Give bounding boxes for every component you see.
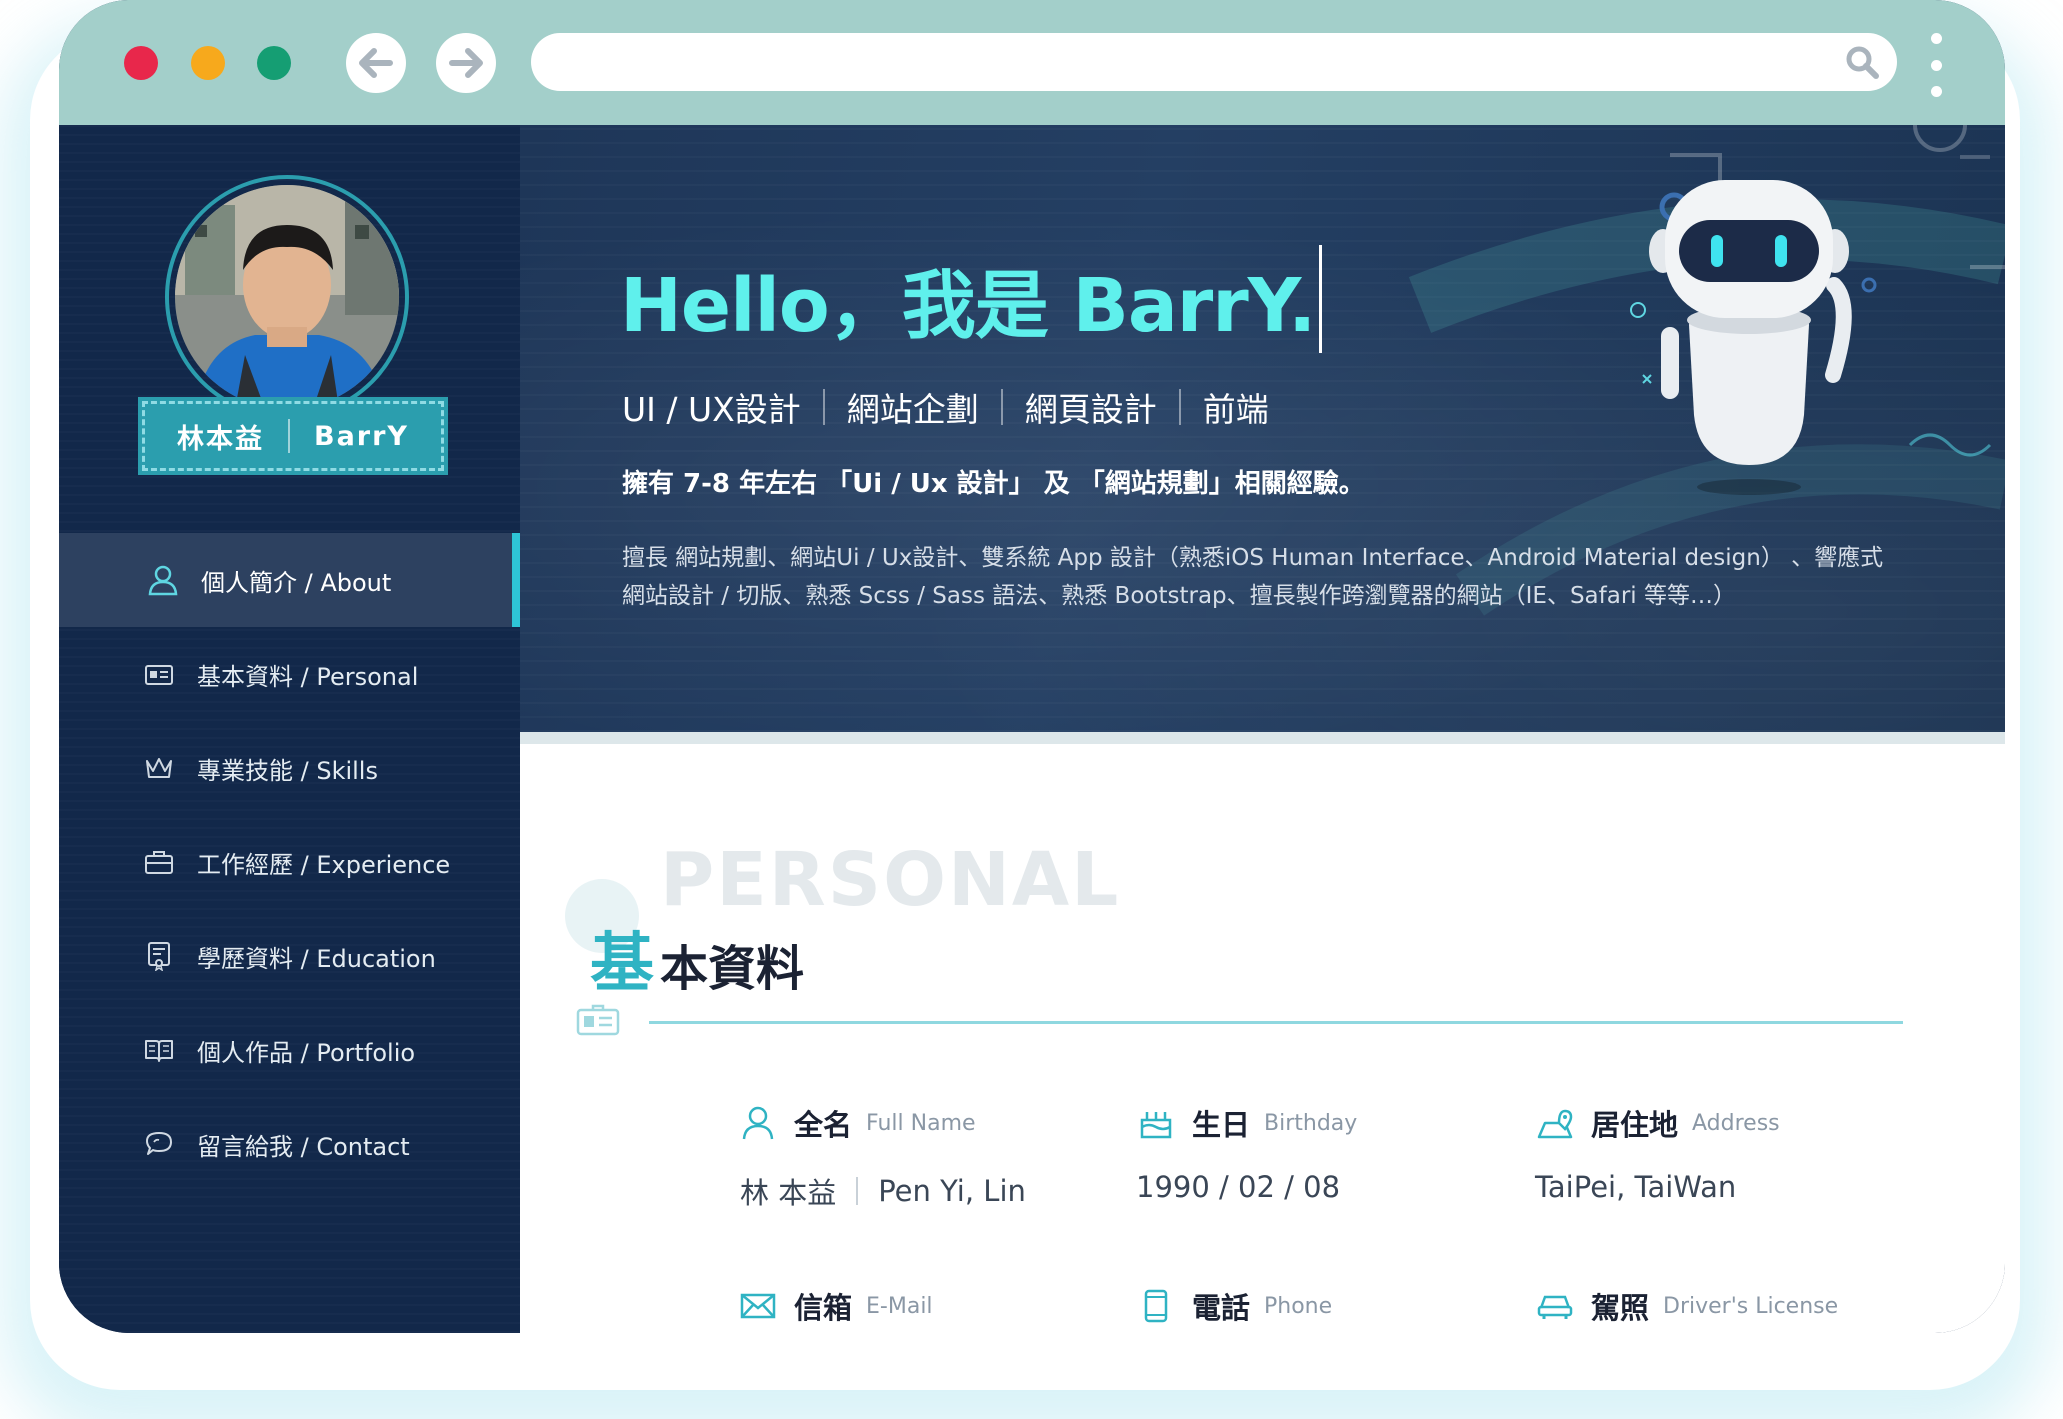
chat-icon xyxy=(143,1128,175,1160)
cake-icon xyxy=(1136,1103,1176,1143)
text-cursor xyxy=(1319,245,1323,353)
sidebar-item-skills[interactable]: 專業技能 / Skills xyxy=(59,721,520,815)
field-label: 電話 xyxy=(1192,1291,1251,1325)
birthday-value: 1990 / 02 / 08 xyxy=(1136,1170,1341,1204)
role-label: 網站企劃 xyxy=(846,390,979,429)
field-label: 生日 xyxy=(1192,1108,1251,1142)
maximize-window-button[interactable] xyxy=(257,46,291,80)
avatar xyxy=(165,175,409,419)
robot-illustration xyxy=(1649,180,1877,495)
role-label: 前端 xyxy=(1202,390,1269,429)
field-email: 信箱 E-Mail xyxy=(738,1285,933,1327)
search-icon[interactable] xyxy=(1845,45,1879,79)
fullname-en-value: Pen Yi, Lin xyxy=(878,1174,1026,1208)
browser-window: 林本益 BarrY 個人簡介 / About 基本資料 / Personal 專… xyxy=(59,0,2005,1333)
id-card-icon xyxy=(143,658,175,690)
minimize-window-button[interactable] xyxy=(191,46,225,80)
sidebar-item-contact[interactable]: 留言給我 / Contact xyxy=(59,1097,520,1191)
field-label: 駕照 xyxy=(1591,1291,1650,1325)
hero-banner: Hello，我是 BarrY. UI / UX設計 網站企劃 網頁設計 前端 擁… xyxy=(520,125,2005,732)
briefcase-icon xyxy=(143,846,175,878)
arrow-right-icon xyxy=(449,48,483,78)
car-icon xyxy=(1535,1286,1575,1326)
close-window-button[interactable] xyxy=(124,46,158,80)
profile-photo xyxy=(175,185,399,409)
field-label-en: E-Mail xyxy=(866,1293,933,1319)
section-title: 基 本資料 xyxy=(590,927,805,1001)
field-label-en: Birthday xyxy=(1264,1110,1358,1136)
personal-section: PERSONAL 基 本資料 全名 Full Name 林 本益 Pen Yi,… xyxy=(520,732,2005,1333)
forward-button[interactable] xyxy=(436,33,496,93)
sidebar-menu: 個人簡介 / About 基本資料 / Personal 專業技能 / Skil… xyxy=(59,533,520,1191)
crown-icon xyxy=(143,752,175,784)
certificate-icon xyxy=(143,940,175,972)
sidebar-item-education[interactable]: 學歷資料 / Education xyxy=(59,909,520,1003)
field-label: 全名 xyxy=(794,1108,853,1142)
field-label-en: Driver's License xyxy=(1663,1293,1839,1319)
section-watermark: PERSONAL xyxy=(660,837,1121,923)
sidebar: 林本益 BarrY 個人簡介 / About 基本資料 / Personal 專… xyxy=(59,125,520,1333)
sidebar-item-portfolio[interactable]: 個人作品 / Portfolio xyxy=(59,1003,520,1097)
hero-title: Hello，我是 BarrY. xyxy=(620,245,1323,353)
role-label: UI / UX設計 xyxy=(622,390,801,429)
field-license: 駕照 Driver's License xyxy=(1535,1285,1838,1327)
phone-icon xyxy=(1136,1286,1176,1326)
id-card-icon xyxy=(576,1004,620,1036)
field-birthday: 生日 Birthday 1990 / 02 / 08 xyxy=(1136,1102,1357,1204)
hero-experience: 擁有 7-8 年左右 「Ui / Ux 設計」 及 「網站規劃」相關經驗。 xyxy=(622,469,1365,499)
address-value: TaiPei, TaiWan xyxy=(1535,1170,1737,1204)
field-label-en: Full Name xyxy=(866,1110,976,1136)
user-icon xyxy=(147,564,179,596)
address-bar[interactable] xyxy=(531,33,1897,91)
sidebar-item-about[interactable]: 個人簡介 / About xyxy=(59,533,520,627)
section-divider xyxy=(649,1021,1903,1024)
user-icon xyxy=(738,1103,778,1143)
sidebar-item-label: 基本資料 / Personal xyxy=(197,662,419,691)
sidebar-item-label: 工作經歷 / Experience xyxy=(197,850,451,879)
more-menu-icon[interactable] xyxy=(1930,33,1942,97)
hero-description: 擅長 網站規劃、網站Ui / Ux設計、雙系統 App 設計（熟悉iOS Hum… xyxy=(622,545,1884,609)
field-fullname: 全名 Full Name 林 本益 Pen Yi, Lin xyxy=(738,1102,1026,1212)
sidebar-item-label: 個人簡介 / About xyxy=(201,568,392,597)
back-button[interactable] xyxy=(346,33,406,93)
browser-toolbar xyxy=(59,0,2005,125)
field-label-en: Address xyxy=(1692,1110,1780,1136)
sidebar-item-label: 個人作品 / Portfolio xyxy=(197,1038,416,1067)
fullname-zh-value: 林 本益 xyxy=(740,1176,837,1210)
field-address: 居住地 Address TaiPei, TaiWan xyxy=(1535,1102,1780,1204)
role-label: 網頁設計 xyxy=(1024,390,1157,429)
map-pin-icon xyxy=(1535,1103,1575,1143)
sidebar-item-label: 留言給我 / Contact xyxy=(197,1132,410,1161)
field-label-en: Phone xyxy=(1264,1293,1333,1319)
mail-icon xyxy=(738,1286,778,1326)
sidebar-item-label: 學歷資料 / Education xyxy=(197,944,436,973)
name-en: BarrY xyxy=(314,420,409,452)
name-zh: 林本益 xyxy=(177,423,264,455)
book-icon xyxy=(143,1034,175,1066)
sidebar-item-label: 專業技能 / Skills xyxy=(197,756,378,785)
sidebar-item-experience[interactable]: 工作經歷 / Experience xyxy=(59,815,520,909)
field-label: 居住地 xyxy=(1591,1108,1679,1142)
name-badge: 林本益 BarrY xyxy=(138,397,448,475)
sidebar-item-personal[interactable]: 基本資料 / Personal xyxy=(59,627,520,721)
field-phone: 電話 Phone xyxy=(1136,1285,1332,1327)
field-label: 信箱 xyxy=(794,1291,853,1325)
hero-roles: UI / UX設計 網站企劃 網頁設計 前端 xyxy=(622,383,1269,431)
arrow-left-icon xyxy=(359,48,393,78)
